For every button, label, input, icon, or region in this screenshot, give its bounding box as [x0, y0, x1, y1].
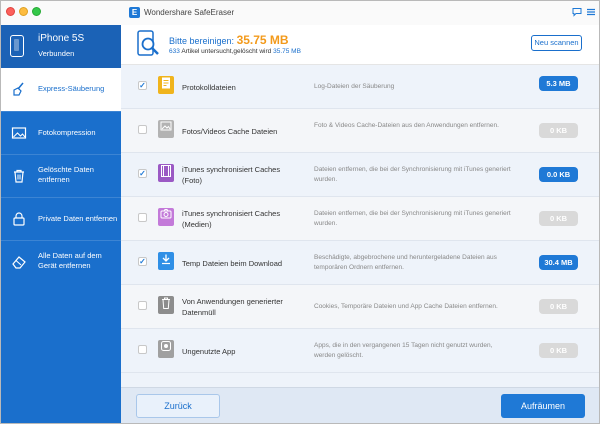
film-icon — [158, 164, 174, 182]
device-panel: iPhone 5S Verbunden — [1, 25, 121, 68]
sidebar-item-label: Express-Säuberung — [38, 84, 105, 93]
row-title: Von Anwendungen generierter Datenmüll — [182, 297, 283, 317]
device-status: Verbunden — [38, 49, 75, 58]
sidebar-item-label: Fotokompression — [38, 128, 96, 137]
footer-bar: Zurück Aufräumen — [121, 387, 599, 423]
title-bar: E Wondershare SafeEraser — [1, 1, 599, 25]
sidebar-item-label: Private Daten entfernen — [38, 214, 118, 223]
row-checkbox[interactable] — [138, 301, 147, 310]
row-title: Fotos/Videos Cache Dateien — [182, 127, 278, 136]
download-icon — [158, 252, 174, 270]
row-title: Ungenutzte App — [182, 347, 236, 356]
row-description: Dateien entfernen, die bei der Synchroni… — [314, 166, 511, 183]
cleanup-heading-label: Bitte bereinigen: — [169, 36, 235, 46]
row-checkbox[interactable] — [138, 345, 147, 354]
row-description: Log-Dateien der Säuberung — [314, 83, 395, 90]
row-checkbox[interactable] — [138, 213, 147, 222]
device-name: iPhone 5S — [38, 33, 85, 44]
scan-result-label: Artikel untersucht,gelöscht wird — [181, 48, 272, 55]
photo-icon — [11, 125, 27, 141]
row-title: iTunes synchronisiert Caches (Medien) — [182, 209, 281, 229]
scanned-count: 633 — [169, 48, 180, 55]
list-item: ✓ Protokolldateien Log-Dateien der Säube… — [121, 65, 599, 109]
trash-icon — [11, 168, 27, 184]
row-size-badge: 0 KB — [539, 123, 578, 138]
row-description: Beschädigte, abgebrochene und herunterge… — [314, 254, 497, 271]
list-item: ✓ Temp Dateien beim Download Beschädigte… — [121, 241, 599, 285]
sidebar: iPhone 5S Verbunden Express-Säuberung Fo… — [1, 25, 121, 423]
sidebar-item-photo-compression[interactable]: Fotokompression — [1, 111, 121, 154]
back-button[interactable]: Zurück — [136, 394, 220, 418]
list-item: Von Anwendungen generierter Datenmüll Co… — [121, 285, 599, 329]
main-panel: Bitte bereinigen: 35.75 MB 633 Artikel u… — [121, 25, 599, 423]
scan-result-text: 633 Artikel untersucht,gelöscht wird 35.… — [169, 48, 301, 55]
trash-icon — [158, 296, 174, 314]
app-icon — [158, 340, 174, 358]
row-description: Foto & Videos Cache-Dateien aus den Anwe… — [314, 122, 499, 129]
app-window: E Wondershare SafeEraser iPhone 5S Verbu… — [0, 0, 600, 424]
lock-icon — [11, 211, 27, 227]
row-checkbox[interactable]: ✓ — [138, 169, 147, 178]
sidebar-item-label: Gelöschte Daten entfernen — [38, 165, 94, 184]
list-item: Fotos/Videos Cache Dateien Foto & Videos… — [121, 109, 599, 153]
row-size-badge: 0.0 KB — [539, 167, 578, 182]
broom-icon — [11, 81, 27, 97]
row-size-badge: 30.4 MB — [539, 255, 578, 270]
row-description: Cookies, Temporäre Dateien und App Cache… — [314, 303, 498, 310]
log-file-icon — [158, 76, 174, 94]
minimize-window-button[interactable] — [19, 7, 28, 16]
camera-icon — [158, 208, 174, 226]
row-size-badge: 0 KB — [539, 211, 578, 226]
row-checkbox[interactable] — [138, 125, 147, 134]
row-title: Temp Dateien beim Download — [182, 259, 283, 268]
photo-cache-icon — [158, 120, 174, 138]
zoom-window-button[interactable] — [32, 7, 41, 16]
row-checkbox[interactable]: ✓ — [138, 81, 147, 90]
list-item: ✓ iTunes synchronisiert Caches (Foto) Da… — [121, 153, 599, 197]
clean-up-button[interactable]: Aufräumen — [501, 394, 585, 418]
sidebar-item-erase-all[interactable]: Alle Daten auf dem Gerät entfernen — [1, 240, 121, 283]
scan-result-amount: 35.75 MB — [273, 48, 301, 55]
sidebar-item-express-cleanup[interactable]: Express-Säuberung — [1, 68, 121, 111]
row-description: Dateien entfernen, die bei der Synchroni… — [314, 210, 511, 227]
row-title: iTunes synchronisiert Caches (Foto) — [182, 165, 281, 185]
feedback-icon[interactable] — [572, 7, 582, 17]
close-window-button[interactable] — [6, 7, 15, 16]
sidebar-item-private-data[interactable]: Private Daten entfernen — [1, 197, 121, 240]
window-title: Wondershare SafeEraser — [144, 8, 235, 17]
phone-scan-icon — [135, 30, 161, 56]
row-title: Protokolldateien — [182, 83, 236, 92]
sidebar-item-label: Alle Daten auf dem Gerät entfernen — [38, 251, 102, 270]
menu-icon[interactable] — [586, 7, 596, 17]
iphone-icon — [10, 35, 24, 57]
row-checkbox[interactable]: ✓ — [138, 257, 147, 266]
app-logo-icon: E — [129, 7, 140, 18]
scan-summary: Bitte bereinigen: 35.75 MB 633 Artikel u… — [121, 25, 599, 65]
eraser-icon — [11, 254, 27, 270]
list-item: Ungenutzte App Apps, die in den vergange… — [121, 329, 599, 373]
cleanup-heading: Bitte bereinigen: 35.75 MB — [169, 33, 289, 47]
list-item: iTunes synchronisiert Caches (Medien) Da… — [121, 197, 599, 241]
row-size-badge: 0 KB — [539, 299, 578, 314]
cleanup-amount: 35.75 MB — [236, 33, 289, 47]
row-size-badge: 0 KB — [539, 343, 578, 358]
row-size-badge: 5.3 MB — [539, 76, 578, 91]
sidebar-item-deleted-data[interactable]: Gelöschte Daten entfernen — [1, 154, 121, 197]
row-description: Apps, die in den vergangenen 15 Tagen ni… — [314, 342, 493, 359]
cleanup-list: ✓ Protokolldateien Log-Dateien der Säube… — [121, 65, 599, 387]
rescan-button[interactable]: Neu scannen — [531, 35, 582, 51]
